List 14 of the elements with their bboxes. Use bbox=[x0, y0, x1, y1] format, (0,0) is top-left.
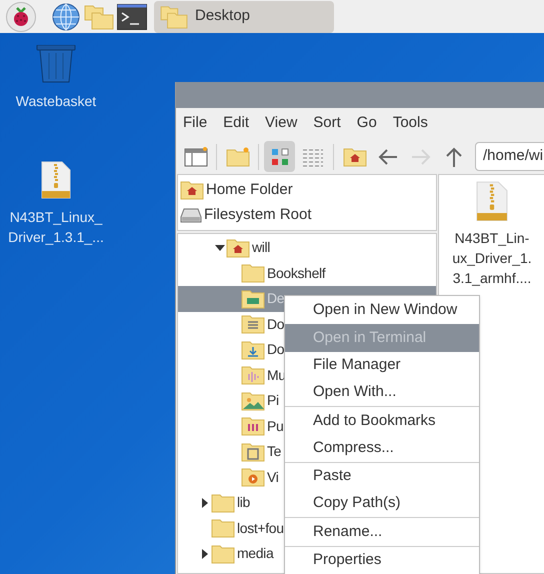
folder-name: De bbox=[267, 289, 284, 308]
folder-name: Pi bbox=[267, 391, 279, 410]
place-label: Filesystem Root bbox=[204, 204, 312, 225]
folder-name: media bbox=[237, 544, 274, 564]
folder-name: Pu bbox=[267, 416, 284, 436]
folder-name: Vi bbox=[267, 468, 278, 487]
folder-name: Do bbox=[267, 314, 284, 334]
folder-name: will bbox=[252, 238, 270, 258]
place-label: Home Folder bbox=[206, 180, 293, 200]
folder-name: Do bbox=[267, 340, 284, 360]
folder-name: Bookshelf bbox=[267, 264, 326, 283]
folder-name: lib bbox=[237, 493, 250, 512]
folder-name: Te bbox=[267, 442, 282, 462]
folder-name: lost+fou bbox=[237, 518, 284, 538]
